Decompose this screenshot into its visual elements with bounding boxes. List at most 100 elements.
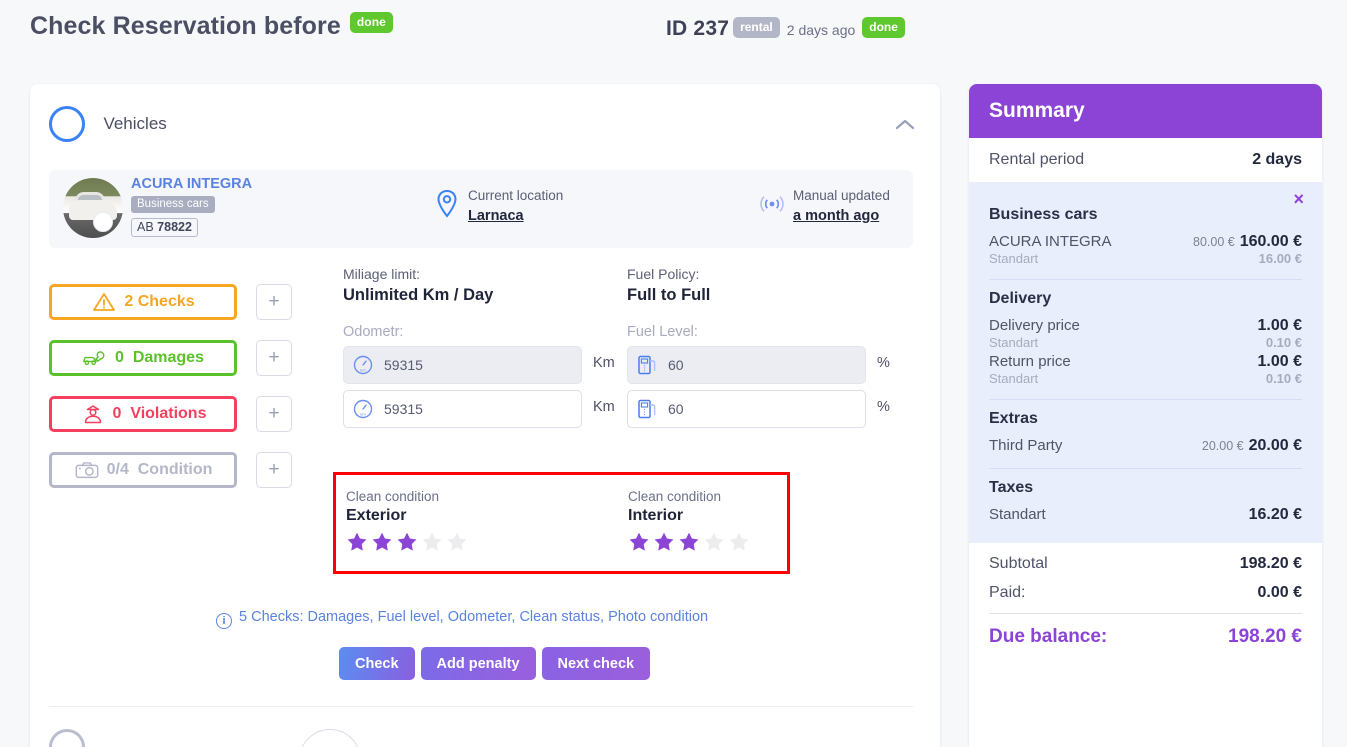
plate-number: 78822 [157, 220, 192, 234]
rental-period-value: 2 days [1252, 151, 1302, 168]
group-divider [989, 399, 1302, 400]
checks-note[interactable]: i 5 Checks: Damages, Fuel level, Odometer… [216, 609, 708, 629]
damages-label: Damages [132, 349, 204, 366]
subtotal-row: Subtotal 198.20 € [989, 555, 1302, 573]
star-icon[interactable] [396, 531, 418, 552]
star-icon[interactable] [728, 531, 750, 552]
vehicle-name-link[interactable]: ACURA INTEGRA [131, 176, 252, 192]
vehicles-section-header[interactable]: Vehicles [49, 106, 167, 142]
manual-updated-block: Manual updated a month ago [759, 187, 890, 224]
paid-row: Paid: 0.00 € [989, 584, 1302, 602]
totals-divider [989, 613, 1302, 614]
star-icon[interactable] [346, 531, 368, 552]
plate-prefix: AB [137, 220, 154, 234]
clean-condition-box: Clean condition Exterior Clean condition… [333, 472, 790, 574]
condition-label: Condition [137, 461, 213, 478]
paid-label: Paid: [989, 584, 1026, 601]
check-button[interactable]: Check [339, 647, 415, 680]
reservation-status-badge: done [862, 17, 905, 39]
line-item-price: 1.00 € [1257, 353, 1302, 370]
add-condition-button[interactable]: + [256, 452, 292, 488]
rental-period-label: Rental period [989, 151, 1085, 168]
violations-label: Violations [130, 405, 207, 422]
reservation-id: ID 237 [666, 17, 730, 40]
current-location-value[interactable]: Larnaca [468, 208, 563, 224]
reservation-type-badge: rental [733, 17, 780, 39]
violations-count: 0 [112, 405, 122, 422]
fuel-level-label: Fuel Level: [627, 324, 698, 340]
vehicles-card: Vehicles ACURA INTEGRA Business cars AB … [30, 84, 940, 747]
next-check-button[interactable]: Next check [541, 647, 651, 680]
odometer-input-2[interactable]: km 59315 [343, 390, 582, 428]
line-item-sub-name: Standart [989, 251, 1039, 266]
checks-count: 2 [124, 293, 134, 310]
exterior-star-rating[interactable] [346, 531, 468, 552]
info-icon: i [216, 613, 232, 629]
condition-button[interactable]: 0/4 Condition [49, 452, 237, 488]
summary-line-item: ACURA INTEGRA 80.00 € 160.00 € Standart 16.0… [989, 233, 1302, 266]
rental-period-row: Rental period 2 days [969, 138, 1322, 182]
star-icon[interactable] [371, 531, 393, 552]
clean-condition-exterior: Clean condition Exterior [346, 489, 468, 552]
odometer-input-1[interactable]: km 59315 [343, 346, 582, 384]
mileage-limit-label: Miliage limit: [343, 266, 421, 282]
fuel-input-1[interactable]: 60 [627, 346, 866, 384]
current-location-block: Current location Larnaca [434, 187, 563, 224]
page-header: Check Reservation before done ID 237 renta… [0, 0, 1347, 60]
police-officer-icon [84, 405, 101, 424]
section-title: Vehicles [103, 114, 167, 133]
add-damage-button[interactable]: + [256, 340, 292, 376]
star-icon[interactable] [446, 531, 468, 552]
vehicle-plate: AB 78822 [131, 218, 198, 237]
line-item-sub-name: Standart [989, 371, 1039, 386]
due-balance-label: Due balance: [989, 626, 1108, 647]
section-divider [49, 706, 913, 707]
next-section-header[interactable] [49, 729, 361, 747]
add-penalty-button[interactable]: Add penalty [420, 647, 536, 680]
add-violation-button[interactable]: + [256, 396, 292, 432]
close-icon[interactable]: × [1293, 190, 1304, 208]
chevron-up-icon[interactable] [895, 118, 915, 130]
subtotal-label: Subtotal [989, 555, 1048, 572]
section-step-circle-icon [49, 106, 85, 142]
star-icon[interactable] [628, 531, 650, 552]
reservation-time-ago: 2 days ago [786, 22, 856, 38]
group-divider [989, 279, 1302, 280]
summary-panel: Summary Rental period 2 days × Business … [969, 84, 1322, 747]
line-item-name: Delivery price [989, 317, 1080, 334]
summary-groups: × Business cars ACURA INTEGRA 80.00 € 160.0… [969, 182, 1322, 543]
manual-updated-value[interactable]: a month ago [793, 208, 890, 224]
interior-star-rating[interactable] [628, 531, 750, 552]
odometer-icon: km [353, 355, 373, 375]
star-icon[interactable] [703, 531, 725, 552]
line-item-price: 16.20 € [1248, 506, 1302, 523]
vehicle-photo[interactable] [63, 178, 123, 238]
manual-updated-label: Manual updated [793, 188, 890, 203]
odometer-value-1: 59315 [384, 357, 423, 373]
star-icon[interactable] [653, 531, 675, 552]
odometer-value-2: 59315 [384, 401, 423, 417]
action-buttons: Check Add penalty Next check [339, 647, 651, 680]
add-check-button[interactable]: + [256, 284, 292, 320]
star-icon[interactable] [678, 531, 700, 552]
fuel-pump-icon [638, 399, 656, 419]
star-icon[interactable] [421, 531, 443, 552]
clean-condition-interior: Clean condition Interior [628, 489, 750, 552]
damages-button[interactable]: 0 Damages [49, 340, 237, 376]
checks-label: Checks [137, 293, 195, 310]
fuel-unit-1: % [877, 355, 890, 371]
fuel-input-2[interactable]: 60 [627, 390, 866, 428]
odometer-row-2: km 59315 Km [343, 390, 615, 428]
summary-group-title: Delivery [989, 290, 1052, 307]
checks-note-text: 5 Checks: Damages, Fuel level, Odometer,… [239, 609, 709, 625]
checks-button[interactable]: 2 Checks [49, 284, 237, 320]
paid-value: 0.00 € [1257, 584, 1302, 601]
violations-button[interactable]: 0 Violations [49, 396, 237, 432]
fuel-pump-icon [638, 355, 656, 375]
app-root: Check Reservation before done ID 237 renta… [0, 0, 1347, 747]
line-item-name: ACURA INTEGRA [989, 233, 1112, 250]
line-item-name: Standart [989, 506, 1046, 523]
subtotal-value: 198.20 € [1239, 555, 1302, 572]
mileage-column: Miliage limit: Unlimited Km / Day Odomet… [343, 266, 615, 428]
odometer-label: Odometr: [343, 324, 404, 340]
